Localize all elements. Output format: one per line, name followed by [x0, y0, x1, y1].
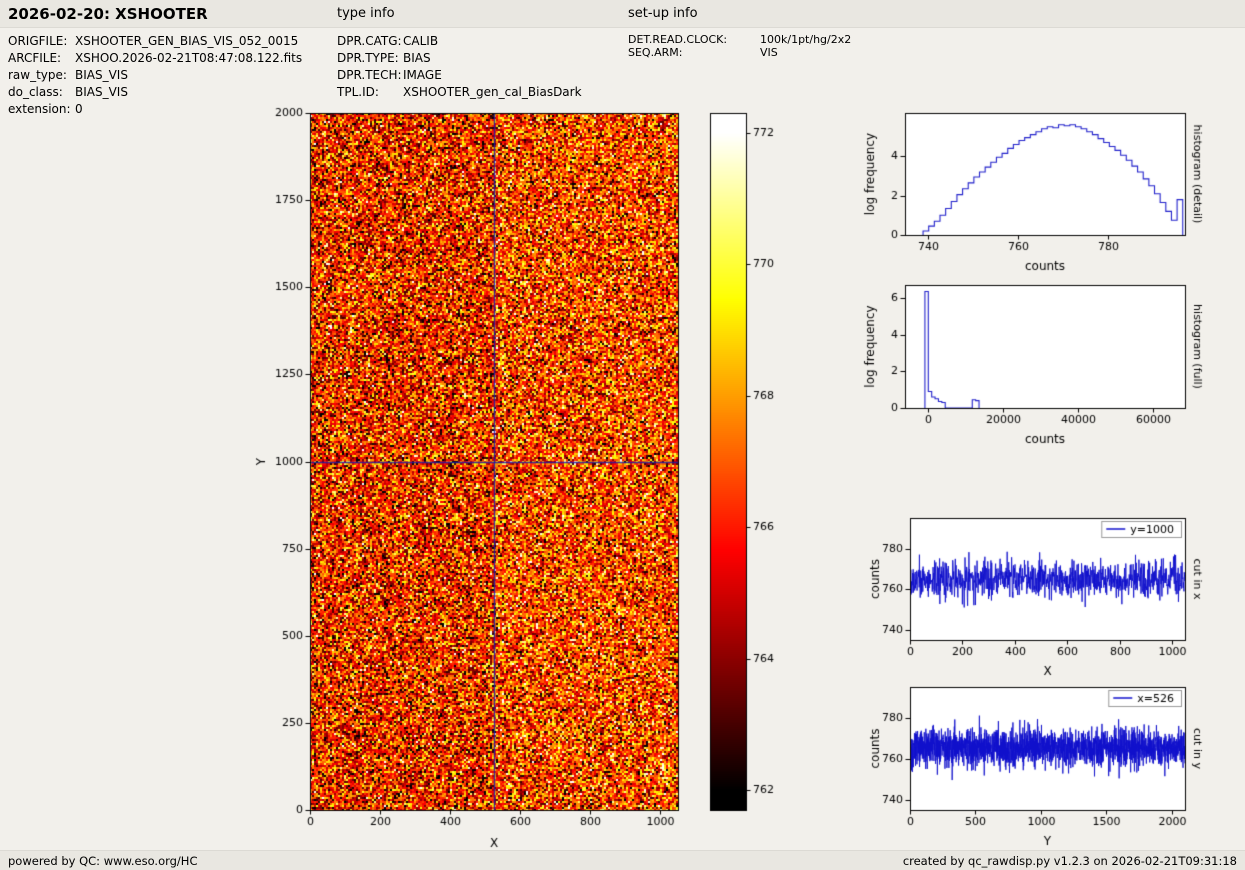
metadata-value: 100k/1pt/hg/2x2: [760, 33, 851, 46]
header-bar: 2026-02-20: XSHOOTER type info set-up in…: [0, 0, 1245, 28]
metadata-value: XSHOO.2026-02-21T08:47:08.122.fits: [75, 50, 302, 67]
metadata-value: BIAS: [403, 50, 431, 67]
histogram-detail-plot: [860, 103, 1205, 277]
setup-info-heading: set-up info: [628, 0, 698, 28]
metadata-row: raw_type:BIAS_VIS: [8, 67, 302, 84]
metadata-row: TPL.ID:XSHOOTER_gen_cal_BiasDark: [337, 84, 582, 101]
footer-left: powered by QC: www.eso.org/HC: [8, 854, 197, 868]
metadata-label: ARCFILE:: [8, 50, 75, 67]
metadata-label: SEQ.ARM:: [628, 46, 760, 59]
metadata-row: DPR.TECH:IMAGE: [337, 67, 582, 84]
metadata-label: DPR.CATG:: [337, 33, 403, 50]
metadata-row: DPR.CATG:CALIB: [337, 33, 582, 50]
metadata-value: BIAS_VIS: [75, 84, 128, 101]
metadata-label: DPR.TYPE:: [337, 50, 403, 67]
metadata-label: raw_type:: [8, 67, 75, 84]
colorbar: [700, 103, 795, 861]
metadata-row: DET.READ.CLOCK:100k/1pt/hg/2x2: [628, 33, 851, 46]
bias-image-plot: [248, 103, 688, 861]
metadata-row: SEQ.ARM:VIS: [628, 46, 851, 59]
cut-in-x-plot: [860, 508, 1205, 683]
setup-info-block: DET.READ.CLOCK:100k/1pt/hg/2x2SEQ.ARM:VI…: [628, 33, 851, 59]
type-info-block: DPR.CATG:CALIBDPR.TYPE:BIASDPR.TECH:IMAG…: [337, 33, 582, 101]
metadata-value: VIS: [760, 46, 778, 59]
footer-bar: powered by QC: www.eso.org/HC created by…: [0, 850, 1245, 870]
metadata-value: CALIB: [403, 33, 438, 50]
page-title: 2026-02-20: XSHOOTER: [8, 0, 208, 28]
cut-in-y-plot: [860, 677, 1205, 852]
metadata-label: TPL.ID:: [337, 84, 403, 101]
metadata-value: 0: [75, 101, 83, 118]
histogram-full-plot: [860, 275, 1205, 449]
metadata-label: extension:: [8, 101, 75, 118]
metadata-value: IMAGE: [403, 67, 442, 84]
metadata-row: do_class:BIAS_VIS: [8, 84, 302, 101]
metadata-label: ORIGFILE:: [8, 33, 75, 50]
metadata-value: XSHOOTER_gen_cal_BiasDark: [403, 84, 582, 101]
metadata-row: ORIGFILE:XSHOOTER_GEN_BIAS_VIS_052_0015: [8, 33, 302, 50]
metadata-row: DPR.TYPE:BIAS: [337, 50, 582, 67]
metadata-value: XSHOOTER_GEN_BIAS_VIS_052_0015: [75, 33, 298, 50]
metadata-row: ARCFILE:XSHOO.2026-02-21T08:47:08.122.fi…: [8, 50, 302, 67]
metadata-value: BIAS_VIS: [75, 67, 128, 84]
metadata-label: DPR.TECH:: [337, 67, 403, 84]
metadata-label: do_class:: [8, 84, 75, 101]
footer-right: created by qc_rawdisp.py v1.2.3 on 2026-…: [903, 854, 1237, 868]
metadata-label: DET.READ.CLOCK:: [628, 33, 760, 46]
type-info-heading: type info: [337, 0, 395, 28]
